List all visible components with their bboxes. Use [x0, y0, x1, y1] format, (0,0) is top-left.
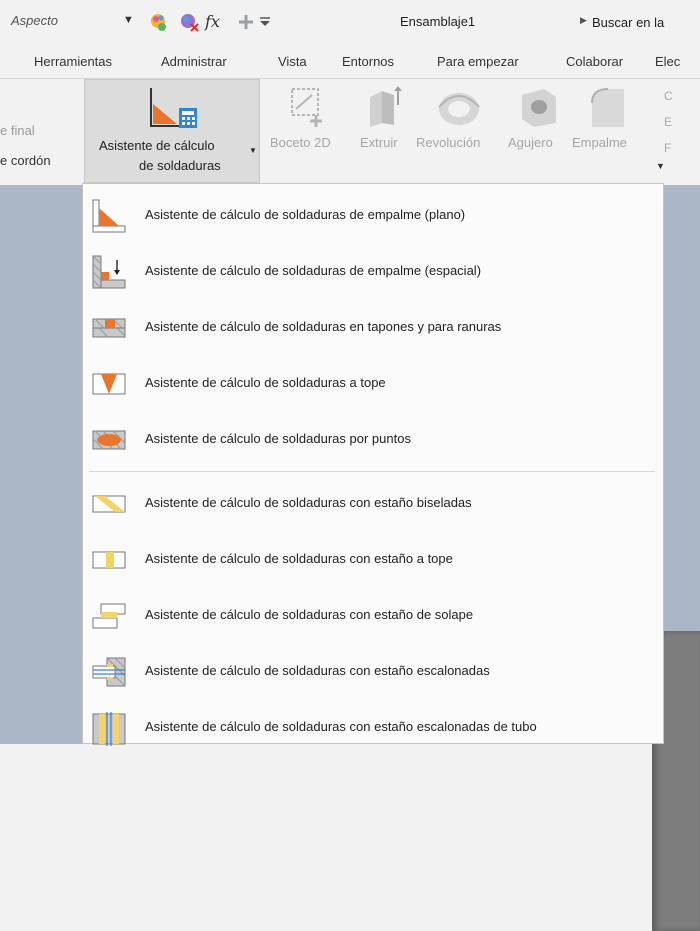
ribbon-left-label-bottom[interactable]: e cordón — [0, 153, 51, 168]
menu-item-label: Asistente de cálculo de soldaduras de em… — [145, 207, 466, 222]
hole-label: Agujero — [508, 135, 553, 150]
ribbon-left-label-top[interactable]: e final — [0, 123, 35, 138]
revolve-icon — [438, 93, 480, 125]
menu-item-label: Asistente de cálculo de soldaduras por p… — [145, 431, 411, 446]
plus-icon[interactable] — [236, 12, 256, 32]
menu-item-bevel-solder[interactable]: Asistente de cálculo de soldaduras con e… — [89, 480, 655, 526]
extrude-button[interactable]: Extruir — [360, 79, 412, 183]
color-override-icon[interactable] — [150, 12, 170, 32]
menu-item-label: Asistente de cálculo de soldaduras con e… — [145, 607, 474, 622]
clear-color-icon[interactable] — [180, 12, 200, 32]
weld-button-label-line2: de soldaduras — [139, 158, 221, 173]
extrude-icon — [370, 86, 402, 127]
ribbon-right-item-3[interactable]: F — [664, 141, 671, 155]
tab-elec[interactable]: Elec — [655, 54, 680, 69]
fillet-weld-spatial-icon — [92, 255, 126, 289]
svg-text:fx: fx — [204, 12, 220, 31]
sketch-2d-button[interactable]: Boceto 2D — [266, 79, 352, 183]
menu-separator — [89, 471, 655, 472]
tab-herramientas[interactable]: Herramientas — [34, 54, 112, 69]
fillet-icon — [591, 88, 624, 127]
chevron-down-icon: ▼ — [249, 146, 257, 155]
ribbon-tabs: Herramientas Administrar Vista Entornos … — [0, 44, 700, 79]
weld-calculator-button[interactable]: Asistente de cálculo de soldaduras ▼ — [84, 79, 260, 183]
menu-item-fillet-plane[interactable]: Asistente de cálculo de soldaduras de em… — [89, 192, 655, 238]
ribbon-right-item-2[interactable]: E — [664, 115, 672, 129]
tab-administrar[interactable]: Administrar — [161, 54, 227, 69]
butt-weld-icon — [92, 373, 126, 395]
tube-stepped-solder-icon — [92, 712, 126, 746]
menu-item-label: Asistente de cálculo de soldaduras de em… — [145, 263, 482, 278]
tab-entornos[interactable]: Entornos — [342, 54, 394, 69]
function-icon[interactable]: fx — [204, 12, 230, 32]
search-placeholder: Buscar en la — [592, 15, 665, 30]
menu-item-butt-solder[interactable]: Asistente de cálculo de soldaduras con e… — [89, 536, 655, 582]
sketch-2d-label: Boceto 2D — [270, 135, 331, 150]
weld-calculator-menu: Asistente de cálculo de soldaduras de em… — [82, 183, 664, 746]
revolve-label: Revolución — [416, 135, 481, 150]
tab-colaborar[interactable]: Colaborar — [566, 54, 623, 69]
title-bar: Aspecto ▼ fx Ensamblaje1 ▶ Buscar en la — [0, 0, 700, 44]
tab-vista[interactable]: Vista — [278, 54, 307, 69]
fillet-label: Empalme — [572, 135, 627, 150]
appearance-label: Aspecto — [11, 13, 58, 28]
stepped-solder-icon — [92, 657, 126, 687]
fillet-button[interactable]: Empalme — [572, 79, 652, 183]
chevron-down-icon[interactable]: ▼ — [656, 161, 665, 171]
menu-item-tube-stepped-solder[interactable]: Asistente de cálculo de soldaduras con e… — [89, 704, 655, 750]
weld-button-label-line1: Asistente de cálculo — [99, 138, 215, 153]
chevron-down-icon: ▼ — [123, 14, 134, 26]
menu-item-lap-solder[interactable]: Asistente de cálculo de soldaduras con e… — [89, 592, 655, 638]
ribbon-panel: e final e cordón Asistente de cálculo de… — [0, 79, 700, 185]
chevron-right-icon: ▶ — [580, 15, 587, 25]
fillet-weld-plane-icon — [92, 199, 126, 233]
menu-item-plug-slot[interactable]: Asistente de cálculo de soldaduras en ta… — [89, 304, 655, 350]
hole-button[interactable]: Agujero — [508, 79, 568, 183]
menu-item-stepped-solder[interactable]: Asistente de cálculo de soldaduras con e… — [89, 648, 655, 694]
menu-item-fillet-spatial[interactable]: Asistente de cálculo de soldaduras de em… — [89, 248, 655, 294]
ribbon-right-item-1[interactable]: C — [664, 89, 673, 103]
document-title: Ensamblaje1 — [400, 14, 476, 29]
customize-qat-icon[interactable] — [258, 12, 272, 32]
menu-item-label: Asistente de cálculo de soldaduras con e… — [145, 663, 490, 678]
spot-weld-icon — [92, 430, 126, 450]
plug-slot-weld-icon — [92, 318, 126, 338]
sketch-2d-icon — [291, 88, 322, 127]
bevel-solder-icon — [92, 495, 126, 513]
menu-item-label: Asistente de cálculo de soldaduras en ta… — [145, 319, 502, 334]
menu-item-label: Asistente de cálculo de soldaduras con e… — [145, 551, 453, 566]
lap-solder-icon — [92, 603, 126, 629]
appearance-dropdown[interactable]: Aspecto ▼ — [5, 10, 139, 32]
menu-item-label: Asistente de cálculo de soldaduras con e… — [145, 719, 537, 734]
menu-item-butt[interactable]: Asistente de cálculo de soldaduras a top… — [89, 360, 655, 406]
butt-solder-icon — [92, 551, 126, 569]
menu-item-label: Asistente de cálculo de soldaduras con e… — [145, 495, 472, 510]
tab-para-empezar[interactable]: Para empezar — [437, 54, 519, 69]
menu-item-label: Asistente de cálculo de soldaduras a top… — [145, 375, 386, 390]
extrude-label: Extruir — [360, 135, 398, 150]
search-field[interactable]: ▶ Buscar en la — [578, 12, 700, 34]
hole-icon — [522, 89, 556, 127]
weld-calculator-icon — [150, 88, 197, 128]
revolve-button[interactable]: Revolución — [416, 79, 500, 183]
menu-item-spot[interactable]: Asistente de cálculo de soldaduras por p… — [89, 416, 655, 462]
